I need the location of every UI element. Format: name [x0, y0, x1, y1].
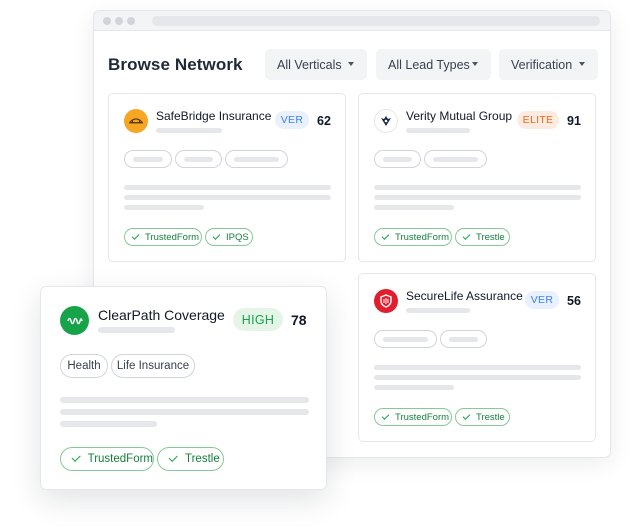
topic-pill-life-insurance: Life Insurance — [111, 354, 195, 378]
company-name: Verity Mutual Group — [406, 109, 513, 123]
score: 62 — [317, 114, 331, 128]
topic-pill — [440, 330, 487, 348]
topic-pill — [225, 150, 288, 168]
check-icon — [462, 231, 471, 240]
shield-logo-icon — [374, 289, 398, 313]
placeholder-line — [60, 421, 157, 427]
tag-label: IPQS — [226, 231, 249, 243]
placeholder-line — [124, 195, 331, 200]
window-chrome — [94, 11, 610, 31]
chevron-down-icon — [348, 62, 354, 66]
company-name: SecureLife Assurance — [406, 289, 523, 303]
check-icon — [168, 453, 178, 462]
placeholder-line — [374, 385, 454, 390]
lead-types-filter-label: All Lead Types — [388, 57, 470, 72]
placeholder-line — [406, 308, 470, 313]
topic-pill-health: Health — [60, 354, 108, 378]
tag-label: TrustedForm — [145, 231, 200, 243]
lead-types-filter[interactable]: All Lead Types — [376, 49, 491, 80]
shield-bridge-logo-icon — [124, 109, 148, 133]
tag-label: Trestle — [476, 231, 505, 243]
placeholder-line — [374, 365, 581, 370]
page-title: Browse Network — [108, 55, 243, 74]
company-name: SafeBridge Insurance — [156, 109, 272, 123]
topic-pill — [175, 150, 222, 168]
placeholder-line — [60, 397, 309, 403]
verticals-filter-label: All Verticals — [277, 57, 342, 72]
placeholder-line — [124, 185, 331, 190]
score: 91 — [567, 114, 581, 128]
placeholder-line — [124, 205, 204, 210]
placeholder-line — [374, 375, 581, 380]
verticals-filter[interactable]: All Verticals — [265, 49, 367, 80]
topic-pill — [374, 150, 421, 168]
score: 78 — [291, 312, 307, 328]
topic-pill — [424, 150, 487, 168]
placeholder-line — [406, 128, 470, 133]
tag-label: TrustedForm — [87, 453, 153, 465]
topic-pill — [124, 150, 172, 168]
placeholder-line — [98, 327, 175, 333]
chevron-down-icon — [472, 62, 478, 66]
check-icon — [212, 231, 221, 240]
verified-badge: VER — [275, 111, 309, 129]
window-dot — [115, 17, 123, 25]
tag-label: TrustedForm — [395, 411, 450, 423]
company-name: ClearPath Coverage — [98, 307, 225, 323]
trustedform-tag: TrustedForm — [374, 408, 452, 426]
tag-label: Trestle — [185, 453, 220, 465]
chevron-down-icon — [579, 62, 585, 66]
placeholder-line — [374, 185, 581, 190]
tag-label: Trestle — [476, 411, 505, 423]
wave-logo-icon — [60, 306, 89, 335]
placeholder-line — [374, 195, 581, 200]
placeholder-line — [156, 128, 222, 133]
check-icon — [131, 231, 140, 240]
placeholder-line — [60, 409, 309, 415]
tag-label: TrustedForm — [395, 231, 450, 243]
stage: Browse Network All Verticals All Lead Ty… — [0, 0, 636, 531]
verified-badge: VER — [525, 291, 559, 309]
trustedform-tag: TrustedForm — [124, 228, 202, 246]
window-dot — [127, 17, 135, 25]
card-clearpath-featured[interactable]: ClearPath Coverage HIGH 78 Health Life I… — [40, 286, 327, 490]
elite-badge: ELITE — [517, 111, 559, 129]
card-securelife[interactable]: SecureLife Assurance VER 56 TrustedForm … — [358, 273, 596, 442]
ipqs-tag: IPQS — [205, 228, 253, 246]
card-safebridge[interactable]: SafeBridge Insurance VER 62 TrustedForm … — [108, 93, 346, 262]
card-verity-mutual[interactable]: Verity Mutual Group ELITE 91 TrustedForm… — [358, 93, 596, 262]
trestle-tag: Trestle — [455, 408, 510, 426]
check-icon — [381, 231, 390, 240]
window-dot — [103, 17, 111, 25]
placeholder-line — [374, 205, 454, 210]
trestle-tag: Trestle — [157, 447, 224, 471]
trustedform-tag: TrustedForm — [60, 447, 154, 471]
topic-pill — [374, 330, 437, 348]
trestle-tag: Trestle — [455, 228, 510, 246]
verification-filter[interactable]: Verification — [499, 49, 598, 80]
check-icon — [462, 411, 471, 420]
verification-filter-label: Verification — [511, 57, 573, 72]
eagle-logo-icon — [374, 109, 398, 133]
address-bar[interactable] — [152, 16, 600, 26]
trustedform-tag: TrustedForm — [374, 228, 452, 246]
score: 56 — [567, 294, 581, 308]
check-icon — [381, 411, 390, 420]
check-icon — [71, 453, 81, 462]
high-badge: HIGH — [233, 308, 283, 331]
